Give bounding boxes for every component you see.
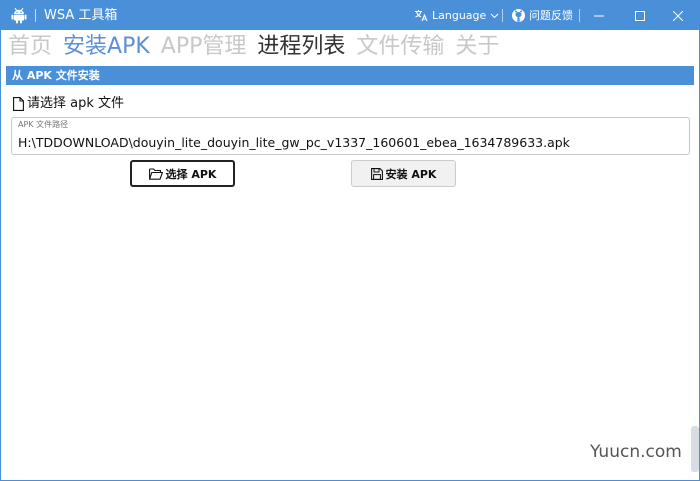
file-icon <box>13 97 24 111</box>
apk-path-caption: APK 文件路径 <box>18 120 69 129</box>
feedback-label: 问题反馈 <box>529 9 573 22</box>
android-icon <box>11 7 27 24</box>
choose-file-label: 请选择 apk 文件 <box>27 96 125 111</box>
tab-home[interactable]: 首页 <box>8 32 52 62</box>
language-label: Language <box>432 9 487 22</box>
minimize-icon <box>594 15 604 16</box>
tab-process-list[interactable]: 进程列表 <box>257 32 345 62</box>
scrollbar-thumb[interactable] <box>691 426 699 472</box>
watermark: Yuucn.com <box>590 442 682 462</box>
minimize-button[interactable] <box>577 1 621 30</box>
close-button[interactable] <box>656 1 699 30</box>
app-window: WSA 工具箱 Language 问题反馈 首页 安装APK APP管理 进程列… <box>0 0 700 481</box>
chevron-down-icon <box>490 13 499 18</box>
section-header: 从 APK 文件安装 <box>6 66 694 85</box>
tab-app-manager[interactable]: APP管理 <box>161 32 247 62</box>
language-selector[interactable]: Language <box>414 6 499 25</box>
install-apk-button[interactable]: 安装 APK <box>351 160 456 187</box>
translate-icon <box>415 10 428 22</box>
feedback-button[interactable]: 问题反馈 <box>511 6 573 25</box>
apk-path-input[interactable] <box>18 133 683 152</box>
close-icon <box>673 10 683 21</box>
tab-install-apk[interactable]: 安装APK <box>63 32 150 62</box>
select-apk-button[interactable]: 选择 APK <box>130 160 235 187</box>
title-divider <box>35 9 36 22</box>
tab-file-transfer[interactable]: 文件传输 <box>356 32 444 62</box>
window-title: WSA 工具箱 <box>44 8 118 23</box>
install-apk-label: 安装 APK <box>385 167 437 181</box>
apk-path-field[interactable]: APK 文件路径 <box>11 117 690 155</box>
tab-about[interactable]: 关于 <box>455 32 499 62</box>
select-apk-label: 选择 APK <box>165 167 217 181</box>
folder-open-icon <box>148 167 163 180</box>
save-icon <box>370 167 383 180</box>
title-bar[interactable]: WSA 工具箱 Language 问题反馈 <box>1 1 699 30</box>
titlebar-divider <box>502 9 503 22</box>
maximize-icon <box>635 10 645 21</box>
choose-file-row: 请选择 apk 文件 <box>13 95 124 113</box>
nav-tabs: 首页 安装APK APP管理 进程列表 文件传输 关于 <box>8 32 499 62</box>
github-icon <box>512 9 525 22</box>
